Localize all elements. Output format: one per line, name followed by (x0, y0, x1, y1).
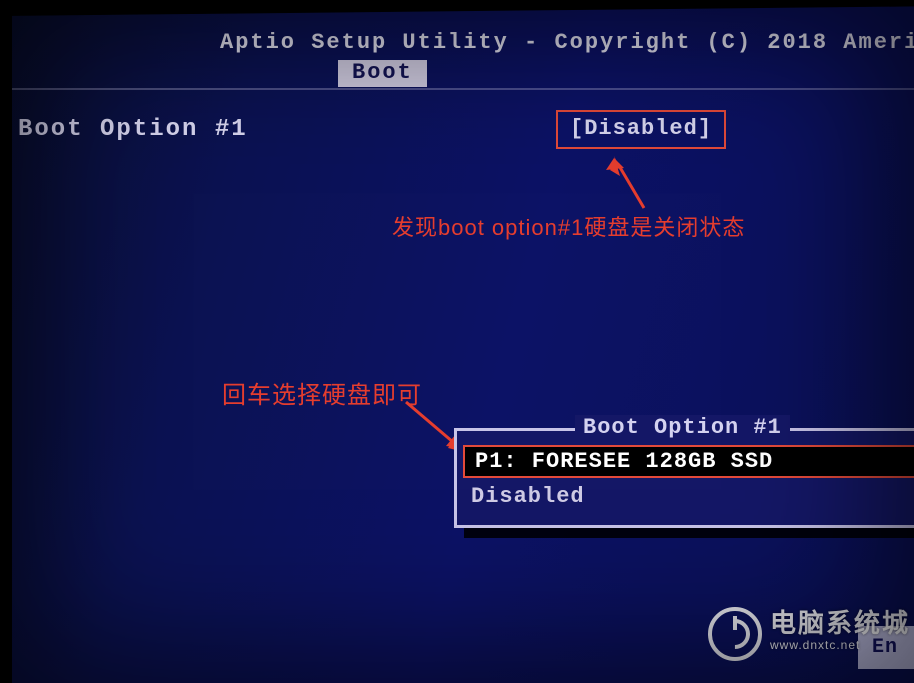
photo-black-edge-left (0, 0, 12, 683)
popup-title: Boot Option #1 (575, 415, 790, 440)
tab-underline (12, 88, 914, 90)
popup-item-selected[interactable]: P1: FORESEE 128GB SSD (463, 445, 914, 478)
watermark-logo-icon (708, 607, 762, 661)
bios-title: Aptio Setup Utility - Copyright (C) 2018… (220, 30, 914, 55)
tab-boot[interactable]: Boot (338, 60, 427, 87)
boot-option-popup: Boot Option #1 P1: FORESEE 128GB SSD Dis… (454, 428, 914, 528)
annotation-text-2: 回车选择硬盘即可 (222, 375, 422, 410)
boot-option-1-label[interactable]: Boot Option #1 (18, 116, 248, 143)
bios-screen: Aptio Setup Utility - Copyright (C) 2018… (0, 0, 914, 683)
tab-row: Boot (338, 60, 427, 87)
annotation-arrow-1 (600, 146, 660, 216)
photo-vignette (0, 0, 914, 683)
boot-option-1-value[interactable]: [Disabled] (556, 110, 726, 149)
watermark: 电脑系统城 www.dnxtc.net (708, 607, 910, 661)
popup-item-disabled[interactable]: Disabled (471, 484, 914, 509)
photo-black-edge-top (0, 0, 914, 16)
annotation-text-1: 发现boot option#1硬盘是关闭状态 (392, 210, 745, 242)
